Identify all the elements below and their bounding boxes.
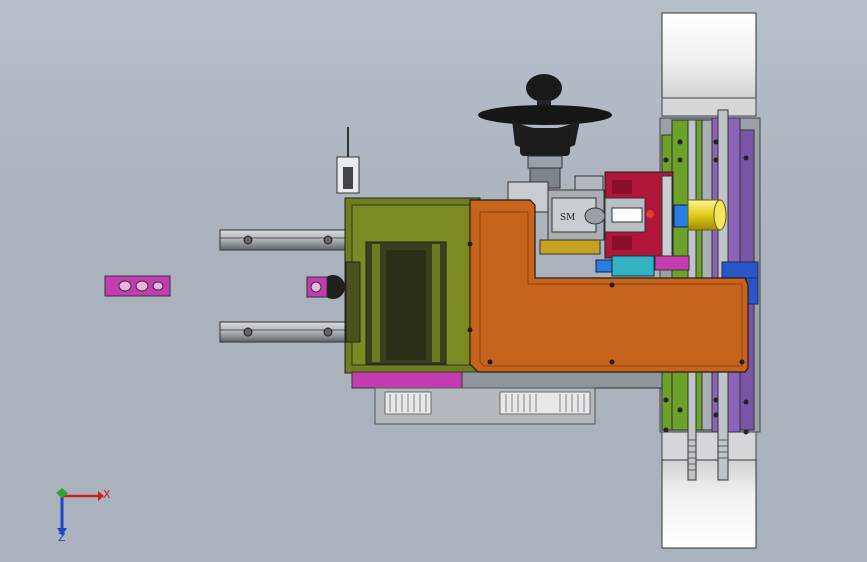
drive-shaft[interactable] <box>673 199 727 231</box>
x-axis-label: X <box>103 488 111 501</box>
linear-rail-top[interactable] <box>219 229 361 251</box>
assembly-drawing: SM <box>56 12 761 549</box>
main-housing[interactable] <box>306 197 481 374</box>
sensor-probe[interactable] <box>336 127 360 194</box>
axis-triad <box>56 488 104 536</box>
base-plate[interactable] <box>351 371 663 425</box>
hand-wheel[interactable] <box>478 74 612 189</box>
motor-label: SM <box>560 213 575 223</box>
detached-bracket[interactable] <box>104 275 171 297</box>
linear-rail-bottom[interactable] <box>219 321 361 343</box>
cad-viewport[interactable]: SM X Z <box>0 0 867 562</box>
z-axis-label: Z <box>58 531 66 544</box>
